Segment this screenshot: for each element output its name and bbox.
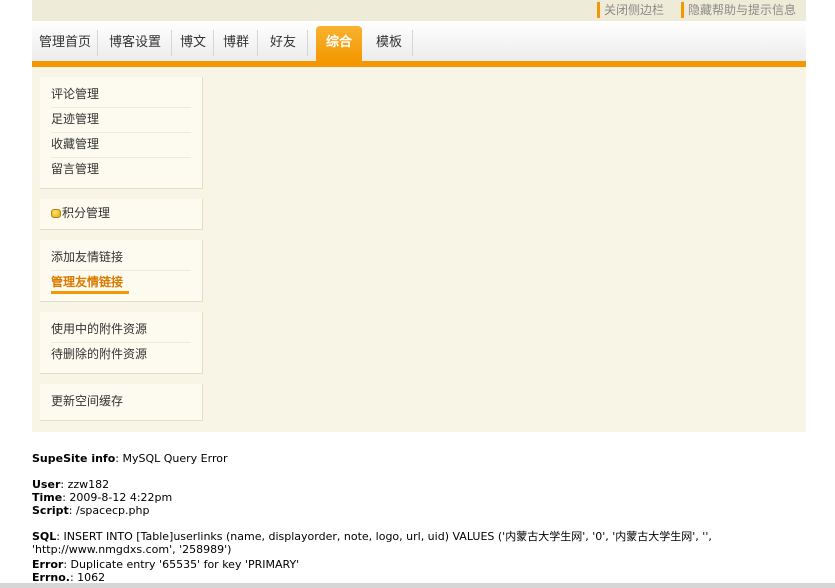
tab-label: 博群 bbox=[222, 35, 249, 50]
sidebar-group-cache: 更新空间缓存 bbox=[40, 384, 203, 421]
top-strip: 关闭侧边栏 隐藏帮助与提示信息 bbox=[32, 0, 806, 21]
sidebar-item-add-link[interactable]: 添加友情链接 bbox=[51, 245, 191, 271]
error-sql-value: : INSERT INTO [Table]userlinks (name, di… bbox=[32, 530, 712, 556]
sidebar-item-label: 管理友情链接 bbox=[51, 275, 124, 289]
tab-templates[interactable]: 模板 bbox=[365, 21, 413, 61]
error-user-line: User: zzw182 bbox=[32, 478, 109, 491]
tab-label: 综合 bbox=[325, 35, 352, 50]
sidebar-group-points: 积分管理 bbox=[40, 199, 203, 230]
error-error-line: Error: Duplicate entry '65535' for key '… bbox=[32, 558, 299, 571]
tab-posts[interactable]: 博文 bbox=[172, 21, 214, 61]
sidebar-item-favorites[interactable]: 收藏管理 bbox=[51, 132, 191, 158]
error-script-label: Script bbox=[32, 504, 69, 517]
error-sql-line: SQL: INSERT INTO [Table]userlinks (name,… bbox=[32, 530, 808, 556]
sidebar-item-attachments-pending[interactable]: 待删除的附件资源 bbox=[51, 342, 191, 367]
sidebar-group-links: 添加友情链接 管理友情链接 bbox=[40, 240, 203, 302]
error-script-value: : /spacecp.php bbox=[68, 504, 150, 517]
error-script-line: Script: /spacecp.php bbox=[32, 504, 149, 517]
hide-sidebar-link[interactable]: 关闭侧边栏 bbox=[597, 2, 664, 18]
sidebar-item-attachments-in-use[interactable]: 使用中的附件资源 bbox=[51, 317, 191, 343]
tab-general[interactable]: 综合 bbox=[316, 26, 362, 61]
sidebar-item-refresh-cache[interactable]: 更新空间缓存 bbox=[51, 389, 191, 414]
error-sql-label: SQL bbox=[32, 530, 57, 543]
error-time-label: Time bbox=[32, 491, 63, 504]
sidebar-item-comments[interactable]: 评论管理 bbox=[51, 82, 191, 108]
tab-label: 管理首页 bbox=[38, 35, 91, 50]
tab-blog-settings[interactable]: 博客设置 bbox=[98, 21, 172, 61]
main-frame: 关闭侧边栏 隐藏帮助与提示信息 管理首页 博客设置 博文 博群 好友 综合 模板… bbox=[32, 0, 806, 432]
tab-label: 博客设置 bbox=[108, 35, 161, 50]
coin-icon bbox=[51, 209, 61, 218]
error-error-value: : Duplicate entry '65535' for key 'PRIMA… bbox=[63, 558, 300, 571]
error-user-value: : zzw182 bbox=[60, 478, 110, 491]
tab-groups[interactable]: 博群 bbox=[214, 21, 258, 61]
sidebar-item-messages[interactable]: 留言管理 bbox=[51, 157, 191, 182]
sidebar-item-manage-links[interactable]: 管理友情链接 bbox=[51, 270, 191, 295]
error-error-label: Error bbox=[32, 558, 64, 571]
error-time-value: : 2009-8-12 4:22pm bbox=[62, 491, 173, 504]
sidebar-group-attachments: 使用中的附件资源 待删除的附件资源 bbox=[40, 312, 203, 374]
tab-bar: 管理首页 博客设置 博文 博群 好友 综合 模板 bbox=[32, 21, 806, 67]
error-time-line: Time: 2009-8-12 4:22pm bbox=[32, 491, 172, 504]
sidebar-group-manage: 评论管理 足迹管理 收藏管理 留言管理 bbox=[40, 77, 203, 189]
horizontal-scrollbar[interactable] bbox=[0, 583, 835, 588]
error-user-label: User bbox=[32, 478, 61, 491]
sidebar-item-points[interactable]: 积分管理 bbox=[62, 201, 202, 226]
hide-help-link[interactable]: 隐藏帮助与提示信息 bbox=[681, 2, 796, 18]
sidebar-item-footprints[interactable]: 足迹管理 bbox=[51, 107, 191, 133]
tab-admin-home[interactable]: 管理首页 bbox=[32, 21, 98, 61]
active-underline bbox=[51, 291, 129, 294]
tab-label: 好友 bbox=[269, 35, 296, 50]
tab-label: 博文 bbox=[179, 35, 206, 50]
error-info-line: SupeSite info: MySQL Query Error bbox=[32, 452, 228, 465]
error-info-value: : MySQL Query Error bbox=[115, 452, 228, 465]
error-info-label: SupeSite info bbox=[32, 452, 116, 465]
tab-friends[interactable]: 好友 bbox=[258, 21, 308, 61]
tab-label: 模板 bbox=[375, 35, 402, 50]
